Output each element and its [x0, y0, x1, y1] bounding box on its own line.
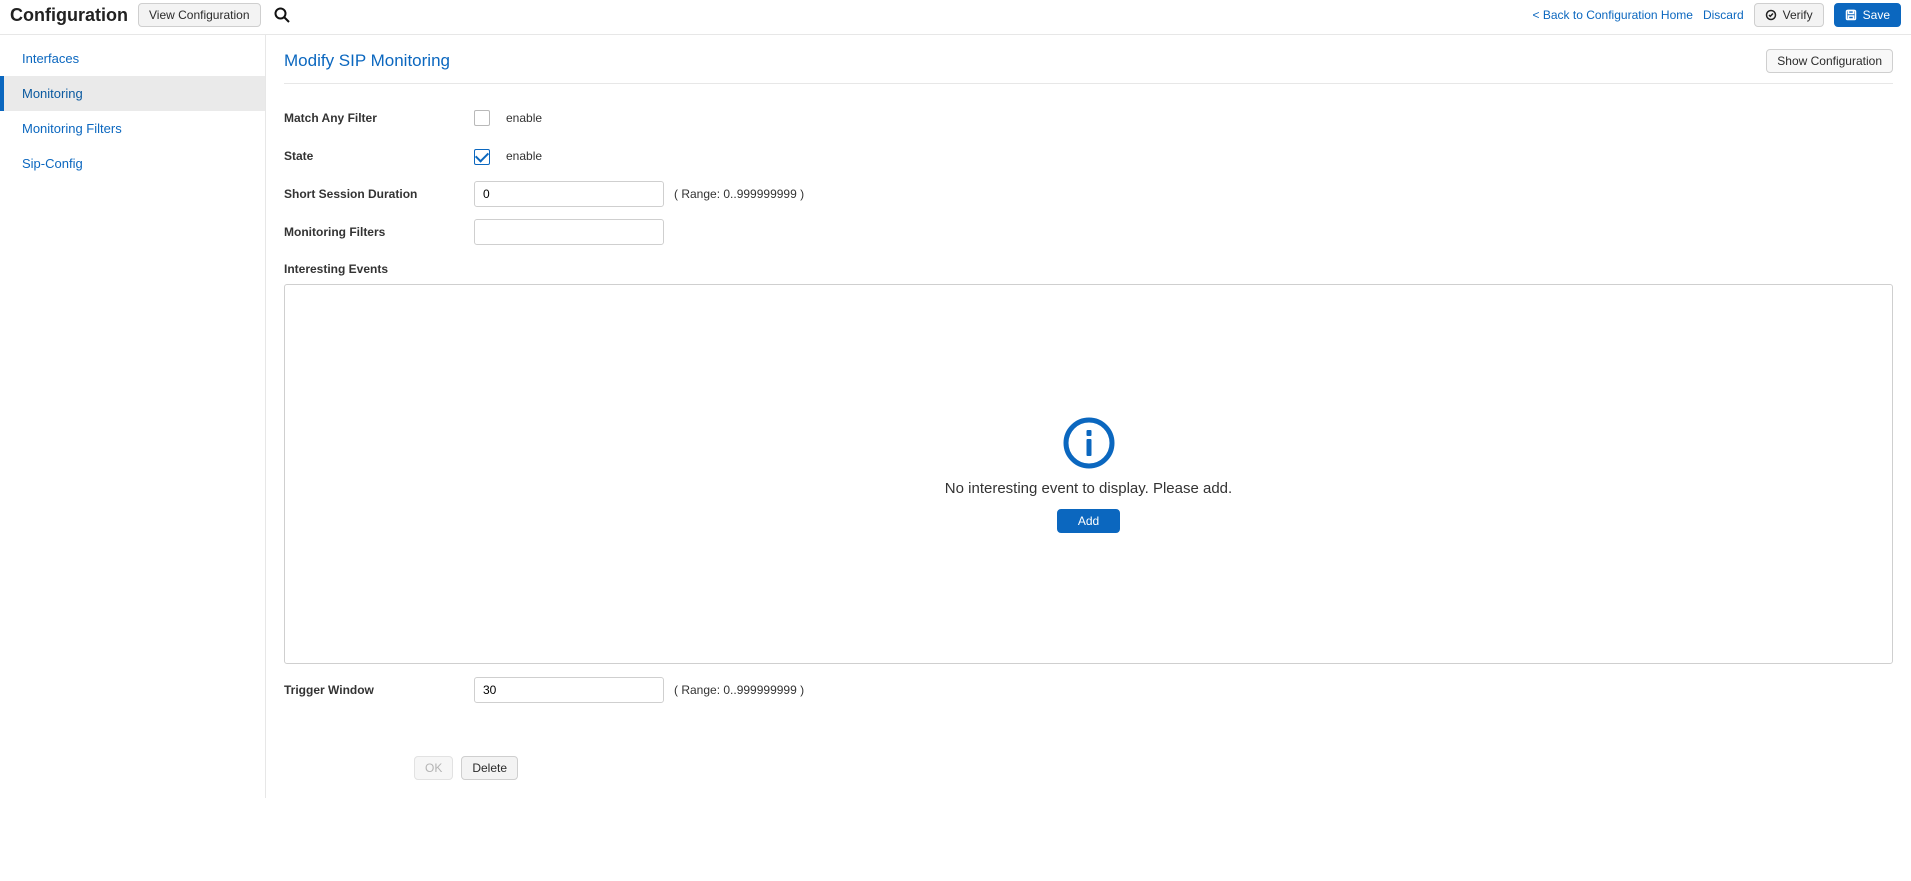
verify-label: Verify — [1783, 8, 1813, 22]
save-button[interactable]: Save — [1834, 3, 1901, 27]
ok-label: OK — [425, 761, 442, 775]
events-empty-message: No interesting event to display. Please … — [945, 480, 1232, 497]
label-monitoring-filters: Monitoring Filters — [284, 225, 474, 239]
delete-button[interactable]: Delete — [461, 756, 518, 780]
hint-short-session-duration: ( Range: 0..999999999 ) — [674, 187, 804, 201]
discard-link[interactable]: Discard — [1703, 8, 1744, 22]
input-short-session-duration[interactable] — [474, 181, 664, 207]
sidebar-item-label: Sip-Config — [22, 156, 83, 171]
label-interesting-events: Interesting Events — [284, 262, 1893, 276]
row-monitoring-filters: Monitoring Filters — [284, 216, 1893, 248]
view-configuration-label: View Configuration — [149, 8, 250, 22]
interesting-events-panel: No interesting event to display. Please … — [284, 284, 1893, 664]
search-button[interactable] — [269, 2, 295, 28]
row-state: State enable — [284, 140, 1893, 172]
row-short-session-duration: Short Session Duration ( Range: 0..99999… — [284, 178, 1893, 210]
row-trigger-window: Trigger Window ( Range: 0..999999999 ) — [284, 674, 1893, 706]
show-configuration-label: Show Configuration — [1777, 54, 1882, 68]
input-trigger-window[interactable] — [474, 677, 664, 703]
sidebar-item-label: Interfaces — [22, 51, 79, 66]
sidebar-item-monitoring-filters[interactable]: Monitoring Filters — [0, 111, 265, 146]
shell: Interfaces Monitoring Monitoring Filters… — [0, 34, 1911, 798]
content: Modify SIP Monitoring Show Configuration… — [265, 35, 1911, 798]
content-title: Modify SIP Monitoring — [284, 51, 450, 71]
topbar-right: < Back to Configuration Home Discard Ver… — [1533, 3, 1901, 27]
content-header: Modify SIP Monitoring Show Configuration — [284, 49, 1893, 84]
sidebar-item-monitoring[interactable]: Monitoring — [0, 76, 265, 111]
checkbox-label-match-any-filter: enable — [506, 111, 542, 125]
label-state: State — [284, 149, 474, 163]
input-monitoring-filters[interactable] — [474, 219, 664, 245]
ok-button[interactable]: OK — [414, 756, 453, 780]
events-empty-state: No interesting event to display. Please … — [945, 416, 1232, 533]
checkbox-match-any-filter[interactable] — [474, 110, 490, 126]
topbar-left: Configuration View Configuration — [10, 2, 295, 28]
verify-button[interactable]: Verify — [1754, 3, 1824, 27]
info-icon — [1062, 416, 1116, 470]
label-short-session-duration: Short Session Duration — [284, 187, 474, 201]
gear-check-icon — [1765, 9, 1777, 21]
show-configuration-button[interactable]: Show Configuration — [1766, 49, 1893, 73]
label-match-any-filter: Match Any Filter — [284, 111, 474, 125]
checkbox-state[interactable] — [474, 148, 490, 164]
sidebar-item-label: Monitoring — [22, 86, 83, 101]
sidebar-item-label: Monitoring Filters — [22, 121, 122, 136]
form-footer: OK Delete — [414, 756, 1893, 780]
save-label: Save — [1863, 8, 1890, 22]
add-event-label: Add — [1078, 514, 1099, 528]
form: Match Any Filter enable State — [284, 102, 1893, 780]
back-to-config-home-link[interactable]: < Back to Configuration Home — [1533, 8, 1693, 22]
topbar: Configuration View Configuration < Back … — [0, 0, 1911, 34]
hint-trigger-window: ( Range: 0..999999999 ) — [674, 683, 804, 697]
search-icon — [273, 6, 291, 24]
row-match-any-filter: Match Any Filter enable — [284, 102, 1893, 134]
label-trigger-window: Trigger Window — [284, 683, 474, 697]
delete-label: Delete — [472, 761, 507, 775]
sidebar: Interfaces Monitoring Monitoring Filters… — [0, 35, 265, 798]
checkbox-label-state: enable — [506, 149, 542, 163]
view-configuration-button[interactable]: View Configuration — [138, 3, 261, 27]
add-event-button[interactable]: Add — [1057, 509, 1120, 533]
sidebar-item-sip-config[interactable]: Sip-Config — [0, 146, 265, 181]
page-title: Configuration — [10, 5, 128, 26]
disk-icon — [1845, 9, 1857, 21]
sidebar-item-interfaces[interactable]: Interfaces — [0, 41, 265, 76]
